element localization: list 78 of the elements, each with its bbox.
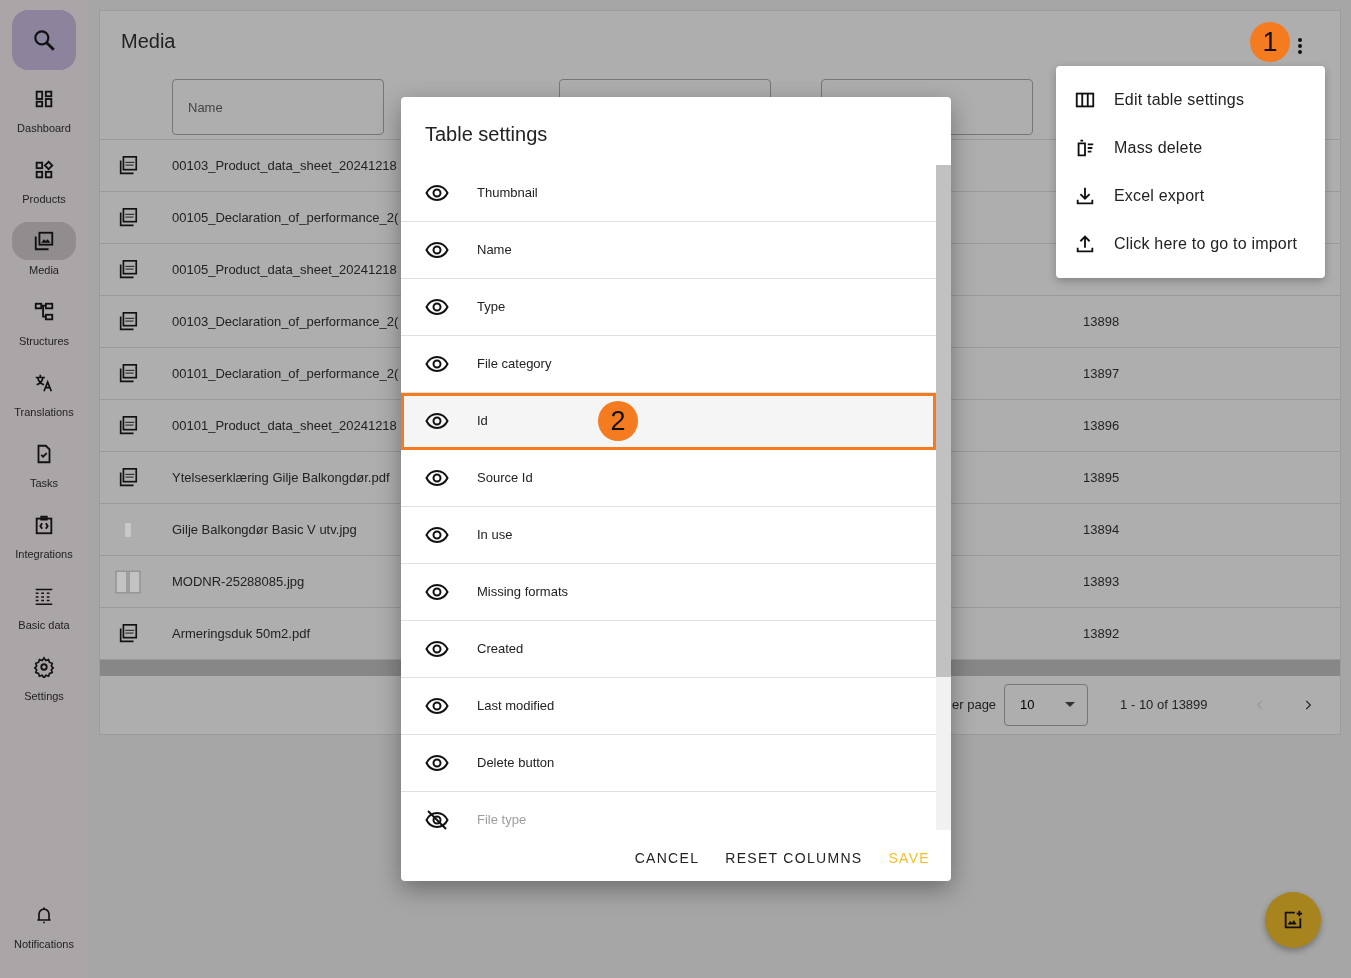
table-cell-text: Gilje Balkongdør Basic V utv.jpg bbox=[172, 520, 357, 539]
table-cell-text: 13892 bbox=[1083, 624, 1121, 643]
table-cell-text: 00105_Declaration_of_performance_2( bbox=[172, 208, 399, 227]
grid-icon bbox=[33, 159, 55, 181]
filter-field[interactable]: Name bbox=[172, 79, 384, 135]
sidebar-item[interactable]: Dashboard bbox=[0, 80, 88, 151]
table-cell-text: Ytelseserklæring Gilje Balkongdør.pdf bbox=[172, 468, 390, 487]
column-toggle[interactable]: Delete button bbox=[401, 735, 936, 792]
add-image-icon bbox=[1282, 909, 1304, 931]
column-toggle[interactable]: Id 2 bbox=[401, 393, 936, 450]
pdf-file-icon bbox=[117, 622, 139, 645]
pdf-file-icon bbox=[117, 414, 139, 437]
table-cell-text: MODNR-25288085.jpg bbox=[172, 572, 305, 591]
rows-per-page-select[interactable]: 10 bbox=[1004, 684, 1089, 726]
menu-item[interactable]: Mass delete bbox=[1056, 124, 1325, 172]
photo-library-icon bbox=[33, 230, 55, 252]
sidebar-item[interactable]: Tasks bbox=[0, 435, 88, 506]
search-button[interactable] bbox=[12, 10, 76, 70]
sidebar-item[interactable]: Settings bbox=[0, 648, 88, 719]
pdf-file-icon bbox=[117, 206, 139, 229]
menu-item[interactable]: Excel export bbox=[1056, 172, 1325, 220]
dashboard-icon bbox=[33, 88, 55, 110]
table-cell-text: 13894 bbox=[1083, 520, 1121, 539]
table-cell-text: 13896 bbox=[1083, 416, 1121, 435]
pdf-file-icon bbox=[117, 310, 139, 333]
dropdown-caret-icon bbox=[1065, 702, 1076, 708]
sidebar-item[interactable]: Integrations bbox=[0, 506, 88, 577]
table-cell-text: 00101_Declaration_of_performance_2( bbox=[172, 364, 399, 383]
page-title: Media bbox=[121, 29, 176, 53]
code-clipboard-icon bbox=[33, 514, 55, 536]
image-thumbnail-icon bbox=[115, 568, 141, 595]
eye-off-icon bbox=[425, 808, 449, 830]
sidebar-item[interactable]: Structures bbox=[0, 293, 88, 364]
upload-icon bbox=[1074, 233, 1096, 255]
pdf-file-icon bbox=[117, 362, 139, 385]
image-thumbnail-icon bbox=[125, 522, 131, 537]
menu-item[interactable]: Edit table settings bbox=[1056, 76, 1325, 124]
table-cell-text: Armeringsduk 50m2.pdf bbox=[172, 624, 310, 643]
table-cell-text: 00105_Product_data_sheet_20241218 bbox=[172, 260, 397, 279]
hierarchy-icon bbox=[33, 301, 55, 323]
translate-icon bbox=[33, 372, 55, 394]
sidebar-item[interactable]: Basic data bbox=[0, 577, 88, 648]
add-image-button[interactable] bbox=[1265, 892, 1321, 948]
column-toggle[interactable]: Name bbox=[401, 222, 936, 279]
sidebar-item[interactable]: Products bbox=[0, 151, 88, 222]
table-cell-text: 00103_Product_data_sheet_20241218 bbox=[172, 156, 397, 175]
table-cell-text: 13898 bbox=[1083, 312, 1121, 331]
column-toggle[interactable]: Last modified bbox=[401, 678, 936, 735]
pdf-file-icon bbox=[117, 154, 139, 177]
table-cell-text: 00101_Product_data_sheet_20241218 bbox=[172, 416, 397, 435]
table-cell-text: 00103_Declaration_of_performance_2( bbox=[172, 312, 399, 331]
dialog-button[interactable]: RESET COLUMNS bbox=[716, 842, 872, 875]
column-toggle[interactable]: Created bbox=[401, 621, 936, 678]
column-toggle[interactable]: Thumbnail bbox=[401, 165, 936, 222]
column-toggle[interactable]: Missing formats bbox=[401, 564, 936, 621]
annotation-badge: 2 bbox=[598, 401, 638, 441]
dialog-title: Table settings bbox=[425, 122, 548, 146]
sidebar-item[interactable]: Translations bbox=[0, 364, 88, 435]
sidebar-item[interactable]: Media bbox=[0, 222, 88, 293]
rows-per-page-label: er page bbox=[952, 696, 997, 715]
pdf-file-icon bbox=[117, 258, 139, 281]
column-toggle[interactable]: Source Id bbox=[401, 450, 936, 507]
download-icon bbox=[1074, 185, 1096, 207]
column-toggle[interactable]: Type bbox=[401, 279, 936, 336]
settings-icon bbox=[33, 656, 55, 678]
column-toggle[interactable]: In use bbox=[401, 507, 936, 564]
table-cell-text: 13895 bbox=[1083, 468, 1121, 487]
search-icon bbox=[31, 27, 57, 53]
table-cell-text: 13893 bbox=[1083, 572, 1121, 591]
pdf-file-icon bbox=[117, 466, 139, 489]
vertical-scrollbar[interactable] bbox=[936, 165, 951, 830]
dialog-button[interactable]: CANCEL bbox=[625, 842, 709, 875]
page-range: 1 - 10 of 13899 bbox=[1120, 696, 1208, 715]
more-icon bbox=[1297, 37, 1303, 55]
bell-icon bbox=[34, 905, 54, 925]
menu-item[interactable]: Click here to go to import bbox=[1056, 220, 1325, 268]
sidebar-item[interactable]: Notifications bbox=[0, 896, 88, 978]
table-cell-text: 13897 bbox=[1083, 364, 1121, 383]
